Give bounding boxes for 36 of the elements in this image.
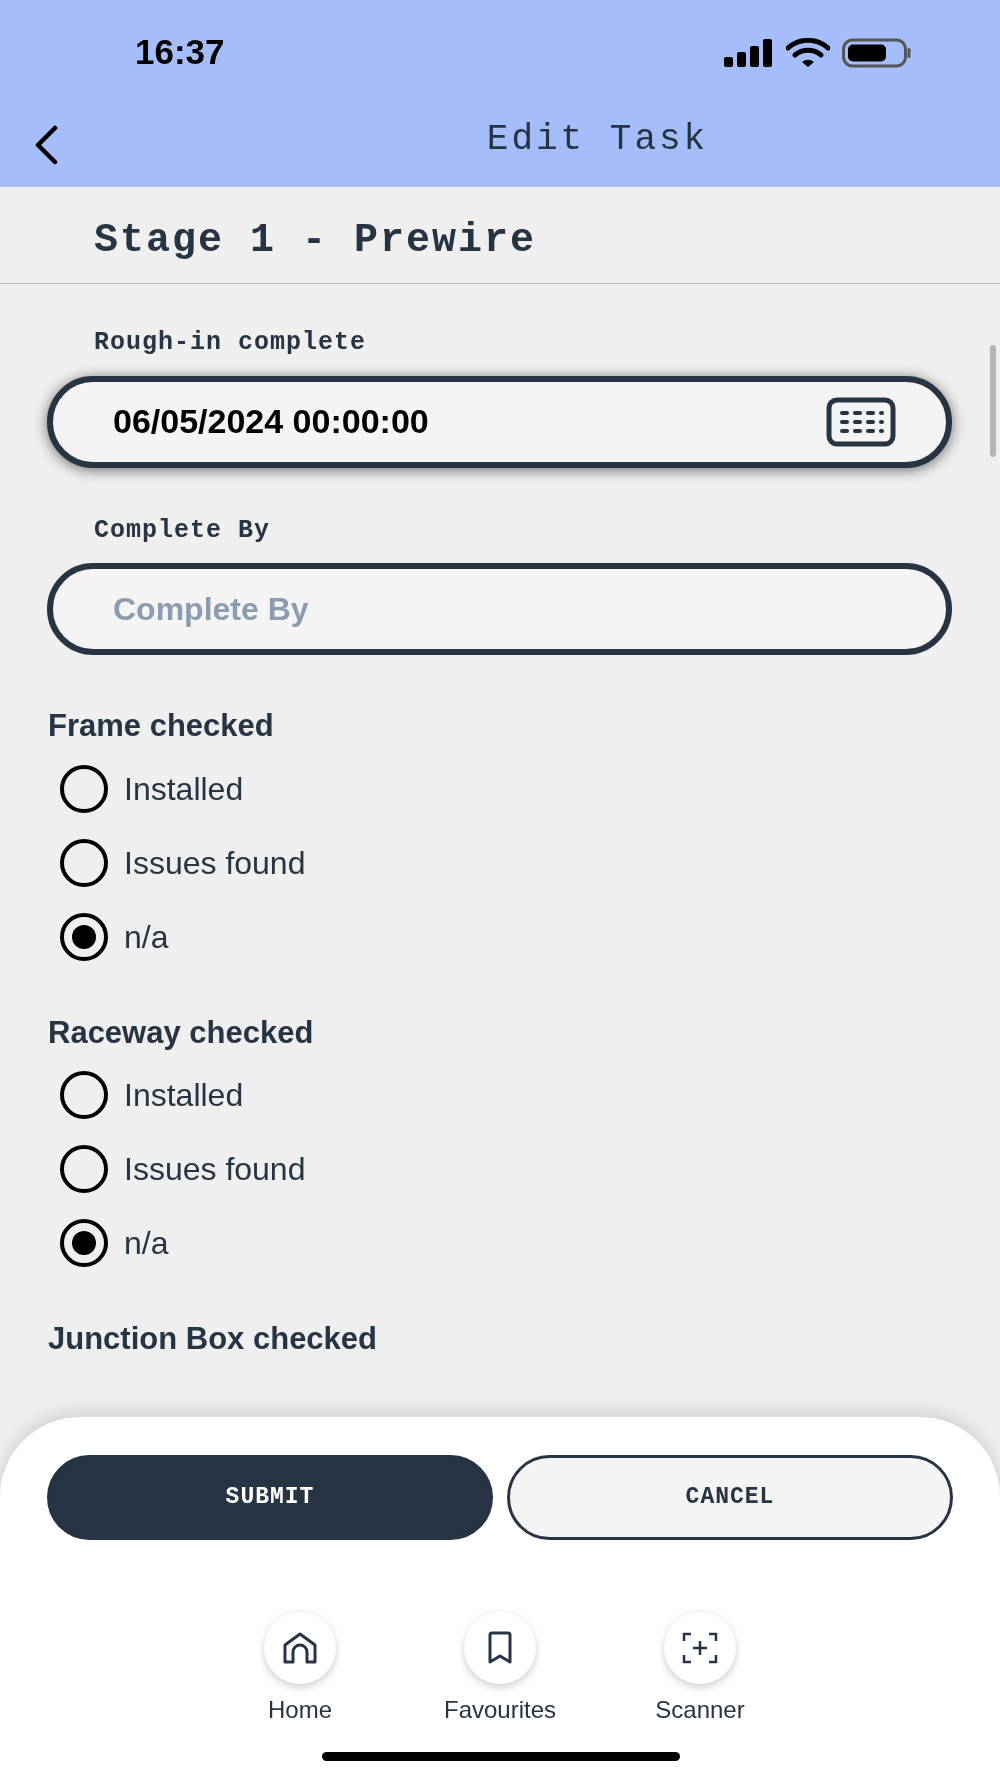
- nav-item[interactable]: Home: [220, 1612, 380, 1728]
- group-title: Frame checked: [48, 707, 275, 745]
- battery-icon: [842, 37, 912, 68]
- option-label[interactable]: Issues found: [124, 838, 306, 887]
- option-label[interactable]: Installed: [124, 764, 244, 813]
- field-label: Rough-in complete: [93, 327, 368, 359]
- group-title: Raceway checked: [48, 1013, 315, 1052]
- scrollbar[interactable]: [990, 345, 996, 457]
- home-icon: [282, 1631, 318, 1665]
- option-label[interactable]: n/a: [124, 1219, 169, 1267]
- radio-button[interactable]: [60, 912, 108, 961]
- option-label[interactable]: Installed: [124, 1071, 244, 1119]
- radio-button[interactable]: [60, 838, 108, 887]
- section-title: Stage 1 - Prewire: [93, 217, 538, 265]
- option-label[interactable]: n/a: [124, 912, 169, 961]
- cancel-button[interactable]: CANCEL: [507, 1455, 953, 1540]
- signal-icon: [724, 38, 774, 67]
- radio-button[interactable]: [60, 1219, 108, 1267]
- nav-item[interactable]: Scanner: [620, 1612, 780, 1728]
- wifi-icon: [786, 37, 830, 68]
- input-field[interactable]: Complete By: [47, 563, 952, 655]
- status-time: 16:37: [135, 31, 225, 74]
- bookmark-icon: [486, 1631, 514, 1665]
- radio-button[interactable]: [60, 764, 108, 813]
- date-field[interactable]: 06/05/2024 00:00:00: [47, 375, 952, 468]
- nav-item[interactable]: Favourites: [420, 1612, 580, 1728]
- field-label: Complete By: [93, 514, 272, 547]
- calendar-icon[interactable]: [826, 396, 896, 447]
- scan-icon: [682, 1632, 718, 1664]
- submit-button[interactable]: SUBMIT: [47, 1455, 493, 1540]
- group-title: Junction Box checked: [48, 1320, 379, 1358]
- radio-button[interactable]: [60, 1145, 108, 1193]
- screen-title: Edit Task: [485, 118, 709, 162]
- option-label[interactable]: Issues found: [124, 1145, 306, 1193]
- chevron-left-icon: [33, 125, 59, 165]
- radio-button[interactable]: [60, 1071, 108, 1119]
